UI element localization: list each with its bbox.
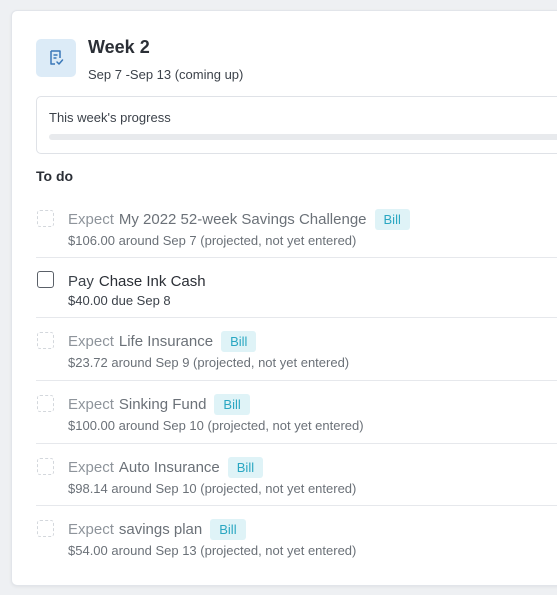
todo-name: Chase Ink Cash: [98, 272, 206, 290]
receipt-check-icon: [36, 39, 76, 77]
todo-title: Expect Sinking Fund Bill: [68, 393, 250, 415]
todo-detail: $40.00 due Sep 8: [68, 293, 171, 308]
todo-name: Life Insurance: [118, 332, 214, 350]
todo-checkbox[interactable]: [37, 332, 54, 349]
todo-checkbox[interactable]: [37, 395, 54, 412]
todo-item[interactable]: Expect Sinking Fund Bill $100.00 around Sep…: [36, 381, 557, 444]
todo-title: Expect My 2022 52-week Savings Challenge B…: [68, 208, 410, 230]
week-card: Week 2 Sep 7 -Sep 13 (coming up) This we…: [11, 10, 557, 586]
todo-checkbox[interactable]: [37, 458, 54, 475]
todo-verb: Expect: [68, 332, 114, 350]
todo-item[interactable]: Expect savings plan Bill $54.00 around Sep …: [36, 506, 557, 568]
todo-checkbox[interactable]: [37, 210, 54, 227]
todo-list: Expect My 2022 52-week Savings Challenge B…: [36, 196, 557, 568]
todo-detail: $106.00 around Sep 7 (projected, not yet…: [68, 233, 357, 248]
bill-badge: Bill: [221, 330, 257, 352]
todo-verb: Pay: [68, 272, 94, 290]
todo-item[interactable]: Pay Chase Ink Cash $40.00 due Sep 8: [36, 258, 557, 318]
todo-item[interactable]: Expect Auto Insurance Bill $98.14 around Se…: [36, 444, 557, 506]
todo-detail: $23.72 around Sep 9 (projected, not yet …: [68, 355, 350, 370]
todo-title: Expect savings plan Bill: [68, 518, 246, 540]
todo-detail: $54.00 around Sep 13 (projected, not yet…: [68, 543, 357, 558]
week-title: Week 2: [88, 37, 150, 57]
todo-checkbox[interactable]: [37, 271, 54, 288]
todo-name: My 2022 52-week Savings Challenge: [118, 210, 367, 228]
bill-badge: Bill: [374, 208, 410, 230]
todo-title: Expect Auto Insurance Bill: [68, 456, 264, 478]
progress-bar: [49, 134, 557, 140]
bill-badge: Bill: [214, 393, 250, 415]
todo-detail: $98.14 around Sep 10 (projected, not yet…: [68, 481, 357, 496]
todo-name: Auto Insurance: [118, 458, 220, 476]
todo-title: Expect Life Insurance Bill: [68, 330, 257, 352]
week-date-range: Sep 7 -Sep 13 (coming up): [88, 67, 244, 82]
todo-verb: Expect: [68, 520, 114, 538]
todo-title: Pay Chase Ink Cash: [68, 270, 206, 292]
todo-verb: Expect: [68, 395, 114, 413]
todo-detail: $100.00 around Sep 10 (projected, not ye…: [68, 418, 364, 433]
bill-badge: Bill: [227, 456, 264, 478]
todo-heading: To do: [36, 168, 74, 184]
todo-name: savings plan: [118, 520, 203, 538]
progress-panel: This week's progress: [36, 96, 557, 154]
todo-checkbox[interactable]: [37, 520, 54, 537]
todo-verb: Expect: [68, 210, 114, 228]
todo-item[interactable]: Expect My 2022 52-week Savings Challenge B…: [36, 196, 557, 258]
todo-verb: Expect: [68, 458, 114, 476]
todo-item[interactable]: Expect Life Insurance Bill $23.72 around Se…: [36, 318, 557, 381]
progress-label: This week's progress: [49, 110, 171, 125]
todo-name: Sinking Fund: [118, 395, 207, 413]
bill-badge: Bill: [210, 518, 246, 540]
